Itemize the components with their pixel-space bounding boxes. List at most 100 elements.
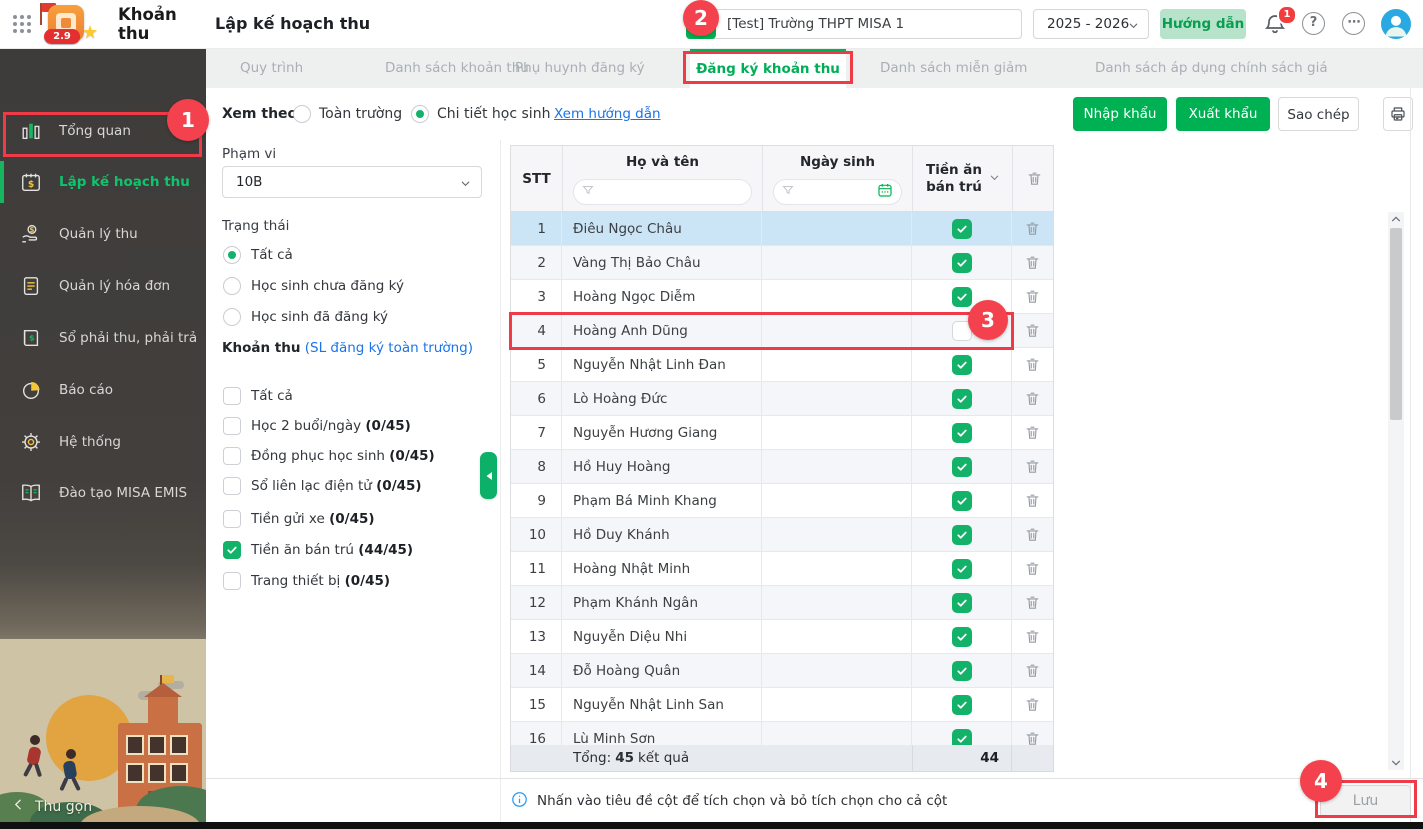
meal-fee-checkbox[interactable] <box>952 287 972 307</box>
collapse-sidebar-button[interactable]: Thu gọn <box>12 798 92 815</box>
delete-row-button[interactable] <box>1024 594 1041 611</box>
table-row[interactable]: 8Hồ Huy Hoàng <box>511 450 1053 484</box>
user-avatar[interactable] <box>1381 9 1411 39</box>
delete-row-button[interactable] <box>1024 662 1041 679</box>
fee-checkbox-2[interactable]: Học 2 buổi/ngày (0/45) <box>223 414 411 438</box>
column-header-fee[interactable]: Tiền ăn bán trú <box>913 146 1013 211</box>
scrollbar-thumb[interactable] <box>1390 228 1402 420</box>
meal-fee-checkbox[interactable] <box>952 525 972 545</box>
fee-checkbox-7[interactable]: Trang thiết bị (0/45) <box>223 569 390 593</box>
delete-row-button[interactable] <box>1024 458 1041 475</box>
delete-row-button[interactable] <box>1024 356 1041 373</box>
delete-row-button[interactable] <box>1024 492 1041 509</box>
tab-danh-sach-ap-dung-chinh-sach-gia[interactable]: Danh sách áp dụng chính sách giá <box>1095 48 1328 88</box>
meal-fee-checkbox[interactable] <box>952 423 972 443</box>
tab-dang-ky-khoan-thu[interactable]: Đăng ký khoản thu <box>690 48 846 88</box>
save-button[interactable]: Lưu <box>1320 785 1411 817</box>
vertical-scrollbar[interactable] <box>1388 212 1404 770</box>
meal-fee-checkbox[interactable] <box>952 355 972 375</box>
status-radio-1[interactable]: Tất cả <box>223 243 293 267</box>
meal-fee-checkbox[interactable] <box>952 219 972 239</box>
sidebar-item-dao-tao-misa-emis[interactable]: Đào tạo MISA EMIS <box>0 469 206 517</box>
sidebar-item-lap-ke-hoach-thu[interactable]: $Lập kế hoạch thu <box>0 158 206 206</box>
table-row[interactable]: 9Phạm Bá Minh Khang <box>511 484 1053 518</box>
table-row[interactable]: 11Hoàng Nhật Minh <box>511 552 1053 586</box>
delete-row-button[interactable] <box>1024 730 1041 745</box>
delete-row-button[interactable] <box>1024 390 1041 407</box>
name-filter-input[interactable] <box>573 179 752 205</box>
status-radio-3[interactable]: Học sinh đã đăng ký <box>223 305 388 329</box>
fee-checkbox-3[interactable]: Đồng phục học sinh (0/45) <box>223 444 435 468</box>
sidebar-item-tong-quan[interactable]: Tổng quan <box>0 107 206 155</box>
view-guide-link[interactable]: Xem hướng dẫn <box>554 97 661 131</box>
meal-fee-checkbox[interactable] <box>952 593 972 613</box>
export-button[interactable]: Xuất khẩu <box>1176 97 1270 131</box>
meal-fee-checkbox[interactable] <box>952 491 972 511</box>
year-selector[interactable]: 2025 - 2026 <box>1033 9 1149 39</box>
delete-row-button[interactable] <box>1024 526 1041 543</box>
delete-row-button[interactable] <box>1024 322 1041 339</box>
meal-fee-checkbox[interactable] <box>952 661 972 681</box>
scroll-up-arrow[interactable] <box>1388 212 1404 226</box>
meal-fee-checkbox[interactable] <box>952 253 972 273</box>
collapse-filter-handle[interactable] <box>480 452 497 499</box>
table-row[interactable]: 4Hoàng Anh Dũng <box>511 314 1053 348</box>
meal-fee-checkbox[interactable] <box>952 389 972 409</box>
guide-button[interactable]: Hướng dẫn <box>1160 9 1246 39</box>
school-selector[interactable]: [Test] Trường THPT MISA 1 <box>686 9 1022 39</box>
table-row[interactable]: 2Vàng Thị Bảo Châu <box>511 246 1053 280</box>
sidebar-item-bao-cao[interactable]: Báo cáo <box>0 366 206 414</box>
tab-quy-trinh[interactable]: Quy trình <box>240 48 303 88</box>
fee-checkbox-4[interactable]: Sổ liên lạc điện tử (0/45) <box>223 474 422 498</box>
delete-row-button[interactable] <box>1024 560 1041 577</box>
tab-danh-sach-mien-giam[interactable]: Danh sách miễn giảm <box>880 48 1027 88</box>
table-row[interactable]: 3Hoàng Ngọc Diễm <box>511 280 1053 314</box>
table-row[interactable]: 16Lù Minh Sơn <box>511 722 1053 745</box>
more-icon[interactable]: ⋯ <box>1342 12 1365 35</box>
tab-danh-sach-khoan-thu[interactable]: Danh sách khoản thu <box>385 48 529 88</box>
radio-student-detail[interactable]: Chi tiết học sinh <box>411 97 550 131</box>
sidebar-item-so-phai-thu-phai-tra[interactable]: $Sổ phải thu, phải trả <box>0 314 206 362</box>
fee-checkbox-1[interactable]: Tất cả <box>223 384 293 408</box>
table-row[interactable]: 10Hồ Duy Khánh <box>511 518 1053 552</box>
meal-fee-checkbox[interactable] <box>952 695 972 715</box>
status-radio-2[interactable]: Học sinh chưa đăng ký <box>223 274 404 298</box>
radio-whole-school[interactable]: Toàn trường <box>293 97 402 131</box>
table-row[interactable]: 5Nguyễn Nhật Linh Đan <box>511 348 1053 382</box>
table-row[interactable]: 14Đỗ Hoàng Quân <box>511 654 1053 688</box>
table-row[interactable]: 1Điêu Ngọc Châu <box>511 212 1053 246</box>
calendar-icon[interactable] <box>877 182 893 202</box>
copy-button[interactable]: Sao chép <box>1278 97 1359 131</box>
delete-row-button[interactable] <box>1024 220 1041 237</box>
meal-fee-checkbox[interactable] <box>952 559 972 579</box>
notification-bell-icon[interactable]: 1 <box>1263 12 1289 38</box>
meal-fee-checkbox[interactable] <box>952 729 972 746</box>
delete-row-button[interactable] <box>1024 424 1041 441</box>
table-row[interactable]: 12Phạm Khánh Ngân <box>511 586 1053 620</box>
fee-checkbox-5[interactable]: Tiền gửi xe (0/45) <box>223 507 375 531</box>
column-header-delete[interactable] <box>1013 146 1055 211</box>
delete-row-button[interactable] <box>1024 696 1041 713</box>
tab-phu-huynh-dang-ky[interactable]: Phụ huynh đăng ký <box>515 48 645 88</box>
apps-grid-icon[interactable] <box>13 15 31 33</box>
meal-fee-checkbox[interactable] <box>952 321 972 341</box>
scroll-down-arrow[interactable] <box>1388 756 1404 770</box>
delete-row-button[interactable] <box>1024 628 1041 645</box>
fee-checkbox-6[interactable]: Tiền ăn bán trú (44/45) <box>223 538 413 562</box>
meal-fee-checkbox[interactable] <box>952 457 972 477</box>
help-icon[interactable]: ? <box>1302 12 1325 35</box>
table-row[interactable]: 13Nguyễn Diệu Nhi <box>511 620 1053 654</box>
scope-select[interactable]: 10B <box>222 166 482 198</box>
table-row[interactable]: 15Nguyễn Nhật Linh San <box>511 688 1053 722</box>
print-button[interactable] <box>1383 97 1413 131</box>
sidebar-item-quan-ly-thu[interactable]: $Quản lý thu <box>0 210 206 258</box>
table-row[interactable]: 7Nguyễn Hương Giang <box>511 416 1053 450</box>
sidebar-item-quan-ly-hoa-don[interactable]: Quản lý hóa đơn <box>0 262 206 310</box>
import-button[interactable]: Nhập khẩu <box>1073 97 1167 131</box>
sidebar-item-he-thong[interactable]: Hệ thống <box>0 418 206 466</box>
meal-fee-checkbox[interactable] <box>952 627 972 647</box>
delete-row-button[interactable] <box>1024 288 1041 305</box>
birth-filter-input[interactable] <box>773 179 902 205</box>
table-row[interactable]: 6Lò Hoàng Đức <box>511 382 1053 416</box>
delete-row-button[interactable] <box>1024 254 1041 271</box>
